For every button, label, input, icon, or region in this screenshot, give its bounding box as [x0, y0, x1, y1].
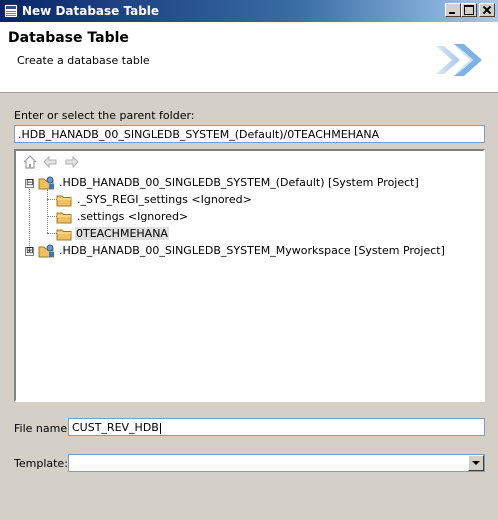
tree-item-label: ._SYS_REGI_settings <Ignored>	[77, 193, 252, 206]
folder-tree[interactable]: ⊟ .HDB_HANADB_00_SINGLEDB_SYSTEM_(Defaul…	[14, 149, 485, 402]
maximize-icon[interactable]	[461, 3, 477, 17]
wizard-header: Database Table Create a database table	[0, 22, 498, 93]
tree-item-sys-regi-settings[interactable]: ._SYS_REGI_settings <Ignored>	[16, 192, 476, 209]
tree-item-default-project[interactable]: ⊟ .HDB_HANADB_00_SINGLEDB_SYSTEM_(Defaul…	[16, 175, 476, 192]
project-folder-icon	[38, 244, 54, 258]
tree-item-label: .settings <Ignored>	[77, 210, 189, 223]
double-chevron-right-icon	[436, 44, 482, 76]
tree-item-myworkspace-project[interactable]: ⊞ .HDB_HANADB_00_SINGLEDB_SYSTEM_Myworks…	[16, 243, 476, 260]
back-arrow-icon[interactable]	[42, 154, 58, 170]
close-icon[interactable]	[479, 3, 495, 17]
minimize-icon[interactable]	[445, 3, 461, 17]
page-title: Database Table	[8, 30, 129, 46]
folder-icon	[56, 212, 72, 224]
text-caret	[159, 422, 161, 434]
table-app-icon	[4, 4, 18, 18]
folder-icon	[56, 195, 72, 207]
new-database-table-dialog: New Database Table Database Table Create…	[0, 0, 498, 520]
tree-toolbar	[18, 153, 485, 173]
page-description: Create a database table	[17, 54, 150, 67]
home-icon[interactable]	[22, 154, 38, 170]
parent-folder-input[interactable]: .HDB_HANADB_00_SINGLEDB_SYSTEM_(Default)…	[14, 125, 485, 143]
template-select[interactable]	[68, 454, 485, 472]
parent-folder-label: Enter or select the parent folder:	[14, 109, 195, 122]
tree-item-label: .HDB_HANADB_00_SINGLEDB_SYSTEM_(Default)…	[59, 176, 419, 189]
project-folder-icon	[38, 176, 54, 190]
tree-item-label: .HDB_HANADB_00_SINGLEDB_SYSTEM_Myworkspa…	[59, 244, 445, 257]
dropdown-arrow-icon[interactable]	[468, 455, 484, 471]
collapse-icon[interactable]: ⊟	[25, 179, 34, 188]
title-bar[interactable]: New Database Table	[0, 0, 498, 22]
window-title: New Database Table	[22, 4, 160, 18]
file-name-input[interactable]: CUST_REV_HDB	[68, 418, 485, 436]
folder-icon	[56, 229, 72, 241]
file-name-value: CUST_REV_HDB	[72, 421, 159, 434]
file-name-label: File name:	[14, 422, 71, 435]
tree-item-0teachmehana[interactable]: 0TEACHMEHANA	[16, 226, 476, 243]
forward-arrow-icon[interactable]	[64, 154, 80, 170]
tree-item-settings[interactable]: .settings <Ignored>	[16, 209, 476, 226]
expand-icon[interactable]: ⊞	[25, 247, 34, 256]
template-label: Template:	[14, 457, 68, 470]
tree-item-label: 0TEACHMEHANA	[75, 227, 169, 240]
